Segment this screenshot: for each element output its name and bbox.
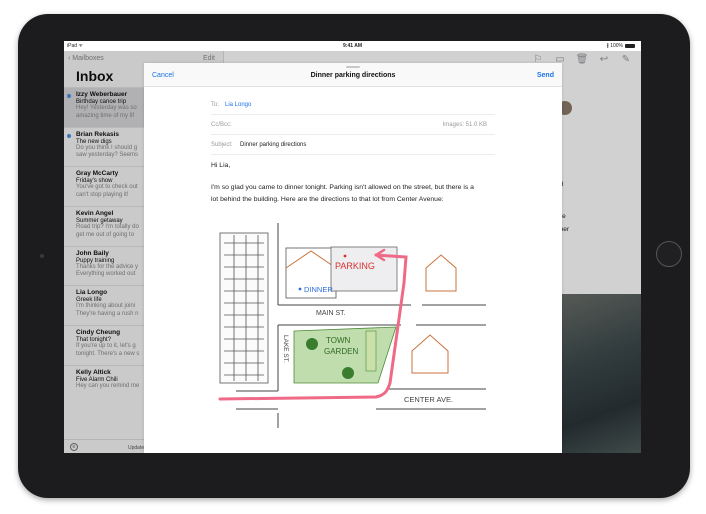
subject-label: Subject:	[211, 142, 233, 148]
body-greeting[interactable]: Hi Lia,	[211, 160, 495, 172]
images-size[interactable]: Images: 51.0 KB	[443, 122, 487, 128]
to-label: To:	[211, 102, 220, 108]
dinner-dot-icon	[298, 287, 302, 291]
dinner-label: DINNER	[304, 285, 333, 294]
parking-label: PARKING	[335, 261, 375, 271]
sheet-grabber[interactable]	[346, 66, 360, 68]
subject-field[interactable]: Subject: Dinner parking directions	[211, 135, 495, 155]
dinner-house-roof	[285, 250, 337, 269]
main-st-label: MAIN ST.	[316, 310, 346, 317]
to-recipient[interactable]: Lia Longo	[225, 102, 251, 108]
home-button[interactable]	[656, 241, 682, 267]
compose-header: Cancel Dinner parking directions Send	[144, 63, 562, 87]
house-icon	[425, 254, 457, 292]
building-grid	[219, 232, 269, 384]
status-battery: ∦ 100%	[606, 43, 635, 49]
status-bar: iPad ᯤ 9:41 AM ∦ 100%	[64, 41, 641, 51]
garden-bed	[365, 330, 377, 372]
cc-bcc-field[interactable]: Cc/Bcc: Images: 51.0 KB	[211, 115, 495, 135]
town-garden-label: TOWN	[326, 336, 351, 345]
house-icon	[411, 334, 449, 374]
battery-text: ∦ 100%	[606, 43, 623, 49]
body-line[interactable]: I'm so glad you came to dinner tonight. …	[211, 182, 495, 194]
to-field[interactable]: To: Lia Longo	[211, 95, 495, 115]
parking-dot-icon	[343, 254, 347, 258]
parking-map-sketch: PARKING DINNER MAIN ST. LAKE ST. TOWN GA…	[218, 223, 486, 428]
front-camera	[40, 254, 44, 258]
body-line[interactable]: lot behind the building. Here are the di…	[211, 194, 495, 206]
tree-icon	[342, 367, 354, 379]
compose-title: Dinner parking directions	[310, 72, 396, 79]
ipad-screen: iPad ᯤ 9:41 AM ∦ 100% ‹ Mailboxes Edit I…	[64, 41, 641, 453]
battery-icon	[625, 43, 635, 48]
compose-sheet: Cancel Dinner parking directions Send To…	[144, 63, 562, 453]
lake-st-label: LAKE ST.	[282, 335, 289, 363]
center-ave-label: CENTER AVE.	[404, 395, 453, 404]
send-button[interactable]: Send	[537, 72, 554, 79]
subject-value[interactable]: Dinner parking directions	[240, 142, 306, 148]
cc-label: Cc/Bcc:	[211, 122, 232, 128]
status-time: 9:41 AM	[343, 43, 362, 49]
town-garden-label: GARDEN	[324, 347, 358, 356]
tree-icon	[306, 338, 318, 350]
